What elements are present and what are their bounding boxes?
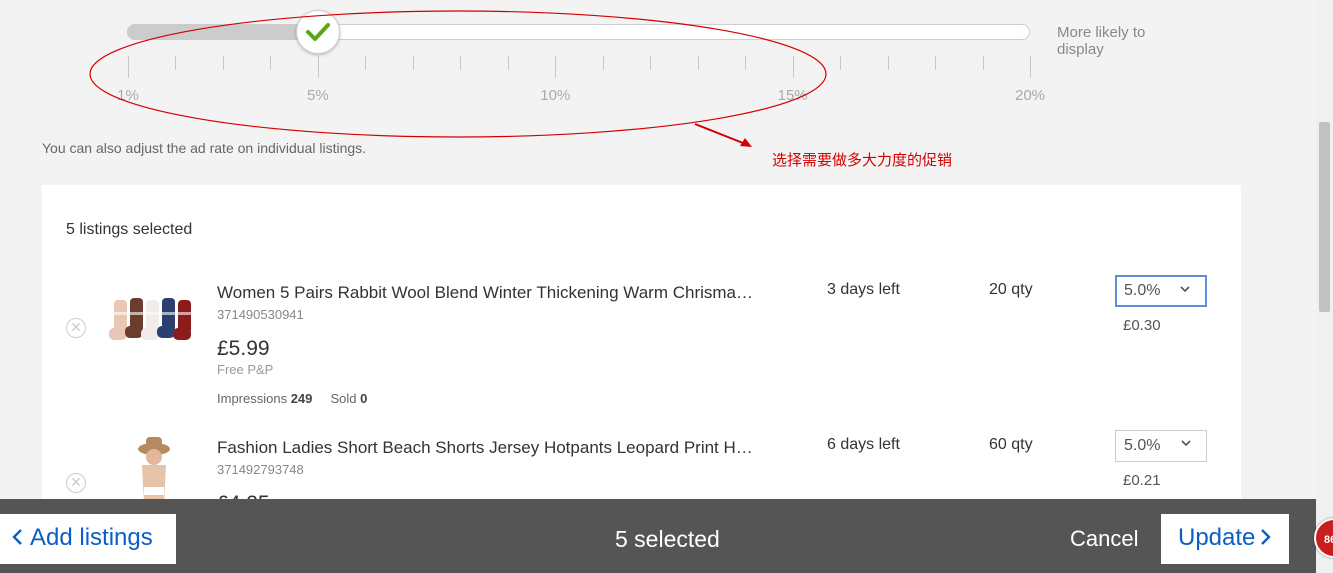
listing-item-id: 371490530941 xyxy=(217,307,304,322)
sold-label: Sold xyxy=(330,391,357,406)
selected-count: 5 selected xyxy=(615,526,720,552)
days-left: 6 days left xyxy=(827,436,900,453)
remove-listing-icon[interactable]: ✕ xyxy=(66,473,86,493)
listing-item-id: 371492793748 xyxy=(217,462,304,477)
listing-title[interactable]: Women 5 Pairs Rabbit Wool Blend Winter T… xyxy=(217,283,787,303)
adjust-rate-note: You can also adjust the ad rate on indiv… xyxy=(42,140,367,156)
add-listings-label: Add listings xyxy=(30,524,153,551)
annotation-ellipse xyxy=(89,10,827,138)
scrollbar-thumb[interactable] xyxy=(1319,122,1330,312)
remove-listing-icon[interactable]: ✕ xyxy=(66,318,86,338)
cancel-button[interactable]: Cancel xyxy=(1070,526,1138,552)
annotation-arrow xyxy=(694,123,749,146)
impressions-label: Impressions xyxy=(217,391,288,406)
chevron-left-icon xyxy=(12,529,22,545)
chevron-down-icon xyxy=(1180,437,1192,452)
sold-value: 0 xyxy=(360,391,368,406)
ad-rate-select[interactable]: 5.0% xyxy=(1115,275,1207,307)
ad-rate-value: 5.0% xyxy=(1124,437,1161,454)
annotation-text: 选择需要做多大力度的促销 xyxy=(772,151,953,169)
add-listings-button[interactable]: Add listings xyxy=(0,514,176,564)
chevron-down-icon xyxy=(1179,283,1191,298)
ad-fee: £0.21 xyxy=(1123,472,1161,489)
listings-selected-title: 5 listings selected xyxy=(66,221,193,238)
listing-title[interactable]: Fashion Ladies Short Beach Shorts Jersey… xyxy=(217,438,787,458)
ad-fee: £0.30 xyxy=(1123,317,1161,334)
quantity: 20 qty xyxy=(989,281,1033,298)
update-button[interactable]: Update xyxy=(1161,514,1289,564)
impressions-value: 249 xyxy=(290,391,313,406)
listings-panel: 5 listings selected ✕ Women 5 Pairs Rabb… xyxy=(42,185,1241,515)
bottom-action-bar: Add listings 5 selected Cancel Update xyxy=(0,499,1316,573)
ad-rate-select[interactable]: 5.0% xyxy=(1115,430,1207,462)
days-left: 3 days left xyxy=(827,281,900,298)
chevron-right-icon xyxy=(1261,529,1272,545)
listing-row: ✕ Women 5 Pairs Rabbit Wool Blend Winter… xyxy=(42,270,1241,420)
quantity: 60 qty xyxy=(989,436,1033,453)
socks-product-image xyxy=(109,298,191,340)
listing-price: £5.99 xyxy=(217,337,270,360)
listing-shipping: Free P&P xyxy=(217,362,274,377)
ad-rate-value: 5.0% xyxy=(1124,282,1161,299)
annotation-overlay xyxy=(89,10,827,147)
update-label: Update xyxy=(1178,524,1256,551)
listing-stats: Impressions 249 Sold 0 xyxy=(217,391,367,406)
